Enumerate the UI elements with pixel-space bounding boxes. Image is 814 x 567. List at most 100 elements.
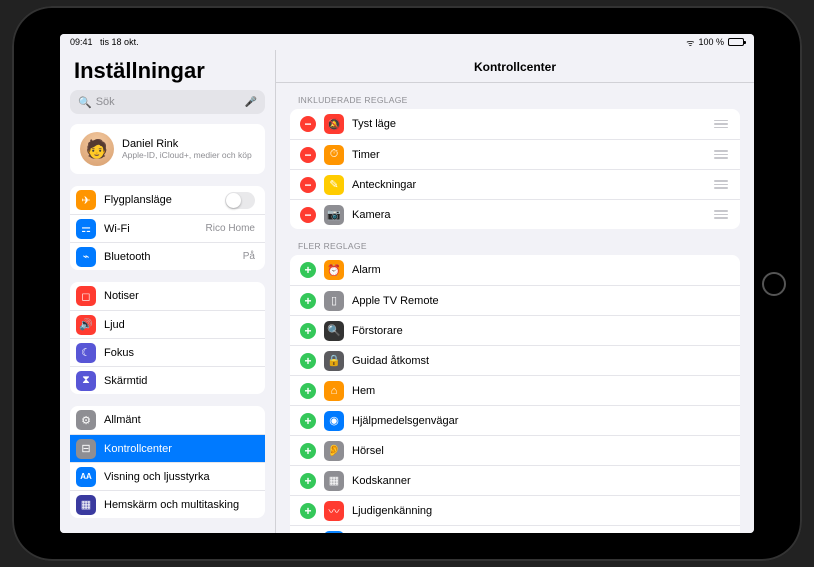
- apple-tv-remote-icon: ▯: [324, 291, 344, 311]
- sidebar-item-label: Skärmtid: [104, 375, 255, 387]
- alarm-icon: ⏰: [324, 260, 344, 280]
- kodskanner-icon: ▦: [324, 471, 344, 491]
- timer-icon: ⏱: [324, 145, 344, 165]
- add-button[interactable]: +: [300, 383, 316, 399]
- sidebar-item-ljud[interactable]: 🔊 Ljud: [70, 310, 265, 338]
- control-row-musikigenkänning[interactable]: +◎Musikigenkänning: [290, 525, 740, 533]
- sidebar-item-label: Fokus: [104, 347, 255, 359]
- status-date: tis 18 okt.: [100, 37, 139, 47]
- profile-name: Daniel Rink: [122, 138, 252, 150]
- detail-pane[interactable]: Kontrollcenter INKLUDERADE REGLAGE −🔕Tys…: [276, 50, 754, 533]
- sidebar-item-hemskärm-och-multitasking[interactable]: ▦Hemskärm och multitasking: [70, 490, 265, 518]
- sidebar-item-label: Visning och ljusstyrka: [104, 471, 255, 483]
- remove-button[interactable]: −: [300, 177, 316, 193]
- sidebar-item-visning-och-ljusstyrka[interactable]: AA Visning och ljusstyrka: [70, 462, 265, 490]
- search-icon: 🔍: [78, 96, 92, 109]
- sidebar-group-general: ⚙Allmänt⊟Kontrollcenter AA Visning och lju…: [70, 406, 265, 518]
- settings-sidebar[interactable]: Inställningar 🔍 Sök 🎤 🧑 Daniel Rink Appl…: [60, 50, 276, 533]
- sidebar-item-bluetooth[interactable]: ⌁ Bluetooth På: [70, 242, 265, 270]
- add-button[interactable]: +: [300, 503, 316, 519]
- fokus-icon: ☾: [76, 343, 96, 363]
- control-row-kamera[interactable]: −📷 Kamera: [290, 199, 740, 229]
- sidebar-item-kontrollcenter[interactable]: ⊟Kontrollcenter: [70, 434, 265, 462]
- control-row-anteckningar[interactable]: −✎Anteckningar: [290, 169, 740, 199]
- toggle-switch[interactable]: [225, 192, 255, 209]
- musikigenkänning-icon: ◎: [324, 531, 344, 534]
- sidebar-item-label: Flygplansläge: [104, 194, 217, 206]
- control-label: Apple TV Remote: [352, 295, 730, 307]
- sidebar-group-notifications: ◻ Notiser 🔊 Ljud ☾ Fokus ⧗ Skärmtid: [70, 282, 265, 394]
- control-row-förstorare[interactable]: +🔍Förstorare: [290, 315, 740, 345]
- bluetooth-icon: ⌁: [76, 247, 96, 267]
- sidebar-item-value: På: [243, 251, 255, 262]
- ipad-frame: 09:41 tis 18 okt. ᯤ 100 % Inställningar …: [12, 6, 802, 561]
- add-button[interactable]: +: [300, 323, 316, 339]
- flygplansläge-icon: ✈: [76, 190, 96, 210]
- add-button[interactable]: +: [300, 293, 316, 309]
- sidebar-item-label: Kontrollcenter: [104, 443, 255, 455]
- visning-och-ljusstyrka-icon: AA: [76, 467, 96, 487]
- control-label: Alarm: [352, 264, 730, 276]
- control-row-apple-tv-remote[interactable]: + ▯ Apple TV Remote: [290, 285, 740, 315]
- control-row-kodskanner[interactable]: + ▦ Kodskanner: [290, 465, 740, 495]
- control-label: Timer: [352, 149, 706, 161]
- kamera-icon: 📷: [324, 205, 344, 225]
- screen: 09:41 tis 18 okt. ᯤ 100 % Inställningar …: [60, 34, 754, 533]
- sidebar-item-label: Ljud: [104, 319, 255, 331]
- search-input[interactable]: 🔍 Sök 🎤: [70, 90, 265, 114]
- sidebar-item-value: Rico Home: [206, 223, 255, 234]
- add-button[interactable]: +: [300, 443, 316, 459]
- drag-handle-icon[interactable]: [714, 180, 730, 189]
- sidebar-item-allmänt[interactable]: ⚙Allmänt: [70, 406, 265, 434]
- add-button[interactable]: +: [300, 262, 316, 278]
- control-row-alarm[interactable]: + ⏰ Alarm: [290, 255, 740, 285]
- wifi-icon: ᯤ: [686, 36, 694, 49]
- control-row-timer[interactable]: −⏱ Timer: [290, 139, 740, 169]
- control-row-hörsel[interactable]: +👂Hörsel: [290, 435, 740, 465]
- drag-handle-icon[interactable]: [714, 150, 730, 159]
- add-button[interactable]: +: [300, 353, 316, 369]
- control-row-ljudigenkänning[interactable]: +〰Ljudigenkänning: [290, 495, 740, 525]
- apple-id-card[interactable]: 🧑 Daniel Rink Apple-ID, iCloud+, medier …: [70, 124, 265, 174]
- sidebar-item-fokus[interactable]: ☾ Fokus: [70, 338, 265, 366]
- control-row-hem[interactable]: +⌂Hem: [290, 375, 740, 405]
- hörsel-icon: 👂: [324, 441, 344, 461]
- remove-button[interactable]: −: [300, 147, 316, 163]
- add-button[interactable]: +: [300, 413, 316, 429]
- control-row-tyst-läge[interactable]: −🔕Tyst läge: [290, 109, 740, 139]
- allmänt-icon: ⚙: [76, 410, 96, 430]
- remove-button[interactable]: −: [300, 116, 316, 132]
- skärmtid-icon: ⧗: [76, 371, 96, 391]
- hemskärm-och-multitasking-icon: ▦: [76, 495, 96, 515]
- notiser-icon: ◻: [76, 286, 96, 306]
- drag-handle-icon[interactable]: [714, 210, 730, 219]
- sidebar-item-label: Notiser: [104, 290, 255, 302]
- control-label: Tyst läge: [352, 118, 706, 130]
- mic-icon[interactable]: 🎤: [245, 97, 257, 108]
- ljudigenkänning-icon: 〰: [324, 501, 344, 521]
- included-controls-list: −🔕Tyst läge−⏱Timer−✎Anteckningar−📷Kamera: [290, 109, 740, 229]
- status-time: 09:41: [70, 37, 93, 47]
- hem-icon: ⌂: [324, 381, 344, 401]
- sidebar-item-notiser[interactable]: ◻ Notiser: [70, 282, 265, 310]
- ljud-icon: 🔊: [76, 315, 96, 335]
- status-bar: 09:41 tis 18 okt. ᯤ 100 %: [60, 34, 754, 50]
- home-button[interactable]: [762, 272, 786, 296]
- sidebar-item-skärmtid[interactable]: ⧗ Skärmtid: [70, 366, 265, 394]
- sidebar-title: Inställningar: [60, 50, 275, 90]
- detail-title: Kontrollcenter: [276, 50, 754, 83]
- add-button[interactable]: +: [300, 473, 316, 489]
- control-row-guidad-åtkomst[interactable]: +🔒Guidad åtkomst: [290, 345, 740, 375]
- remove-button[interactable]: −: [300, 207, 316, 223]
- control-label: Hjälpmedelsgenvägar: [352, 415, 730, 427]
- sidebar-group-connectivity: ✈ Flygplansläge ⚎Wi-FiRico Home ⌁ Bluetooth P…: [70, 186, 265, 270]
- control-label: Förstorare: [352, 325, 730, 337]
- control-label: Kamera: [352, 209, 706, 221]
- control-label: Kodskanner: [352, 475, 730, 487]
- drag-handle-icon[interactable]: [714, 120, 730, 129]
- sidebar-item-wi-fi[interactable]: ⚎Wi-FiRico Home: [70, 214, 265, 242]
- sidebar-item-label: Bluetooth: [104, 251, 235, 263]
- add-button[interactable]: +: [300, 533, 316, 534]
- control-row-hjälpmedelsgenvägar[interactable]: +◉Hjälpmedelsgenvägar: [290, 405, 740, 435]
- sidebar-item-flygplansläge[interactable]: ✈ Flygplansläge: [70, 186, 265, 214]
